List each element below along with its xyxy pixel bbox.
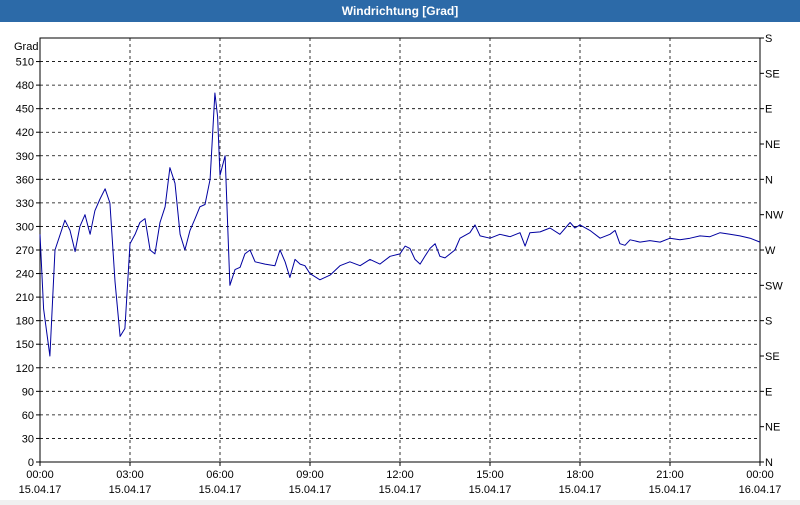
y-tick-label: 510 (16, 57, 34, 69)
y-tick-label: 480 (16, 80, 34, 92)
right-axis-label: NE (765, 139, 780, 151)
right-axis-label: SE (765, 351, 780, 363)
right-axis-label: W (765, 245, 776, 257)
x-tick-time: 00:00 (26, 469, 54, 481)
x-tick-time: 03:00 (116, 469, 144, 481)
y-tick-label: 300 (16, 221, 34, 233)
chart-area: 0 30 60 90 120 150 180 210 240 270 300 330 360 390 420… (0, 22, 800, 500)
right-axis-label: E (765, 104, 772, 116)
x-tick-date: 15.04.17 (109, 484, 152, 496)
y-tick-label: 210 (16, 292, 34, 304)
x-tick-date: 15.04.17 (379, 484, 422, 496)
x-tick-date: 15.04.17 (649, 484, 692, 496)
right-axis-label: NE (765, 422, 780, 434)
x-tick-time: 12:00 (386, 469, 414, 481)
x-tick-date: 15.04.17 (469, 484, 512, 496)
y-tick-label: 0 (28, 457, 34, 469)
x-tick-time: 06:00 (206, 469, 234, 481)
x-tick-time: 15:00 (476, 469, 504, 481)
right-axis-label: NW (765, 210, 784, 222)
x-tick-date: 15.04.17 (559, 484, 602, 496)
y-tick-label: 360 (16, 174, 34, 186)
y-tick-label: 150 (16, 339, 34, 351)
right-axis-label: E (765, 386, 772, 398)
x-tick-date: 16.04.17 (739, 484, 782, 496)
y-tick-label: 450 (16, 104, 34, 116)
x-tick-time: 09:00 (296, 469, 324, 481)
y-tick-label: 120 (16, 363, 34, 375)
y-tick-label: 90 (22, 386, 34, 398)
x-tick-date: 15.04.17 (289, 484, 332, 496)
right-axis-label: S (765, 316, 772, 328)
y-tick-label: 330 (16, 198, 34, 210)
y-axis-label: Grad (14, 41, 38, 53)
chart-title: Windrichtung [Grad] (0, 0, 800, 22)
y-tick-label: 60 (22, 410, 34, 422)
y-tick-label: 420 (16, 127, 34, 139)
wind-direction-chart: 0 30 60 90 120 150 180 210 240 270 300 330 360 390 420… (14, 33, 784, 496)
right-axis-label: SW (765, 280, 783, 292)
right-axis-label: S (765, 33, 772, 45)
right-axis-label: N (765, 457, 773, 469)
y-tick-label: 240 (16, 269, 34, 281)
y-tick-label: 180 (16, 316, 34, 328)
y-tick-label: 270 (16, 245, 34, 257)
right-axis-label: SE (765, 68, 780, 80)
x-tick-date: 15.04.17 (199, 484, 242, 496)
right-axis-label: N (765, 174, 773, 186)
y-tick-label: 390 (16, 151, 34, 163)
grid (40, 38, 760, 462)
x-tick-time: 00:00 (746, 469, 774, 481)
axes: 0 30 60 90 120 150 180 210 240 270 300 330 360 390 420… (14, 33, 784, 496)
x-tick-date: 15.04.17 (19, 484, 62, 496)
x-tick-time: 18:00 (566, 469, 594, 481)
y-tick-label: 30 (22, 433, 34, 445)
x-tick-time: 21:00 (656, 469, 684, 481)
